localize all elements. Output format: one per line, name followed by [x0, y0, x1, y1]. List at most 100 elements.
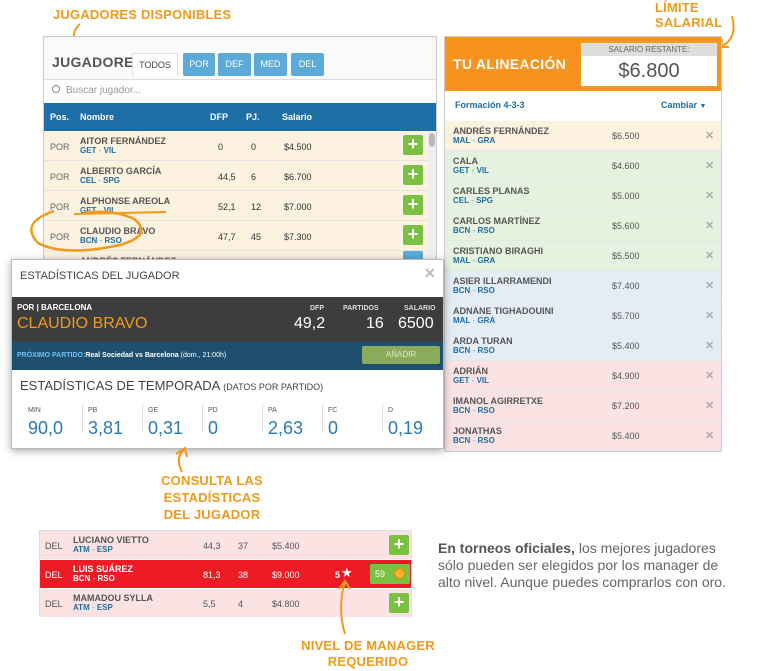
player-club: BARCELONA [41, 303, 93, 312]
table-row[interactable]: DEL MAMADOU SYLLA ATM - ESP 5,5 4 $4.800 + [40, 589, 411, 617]
player-match: BCN - RSO [453, 346, 495, 355]
dfp-value: 49,2 [294, 315, 326, 332]
stat-label: FC [328, 407, 338, 414]
callout-consulta-line1: CONSULTA LAS ESTADÍSTICAS [161, 473, 263, 505]
search-input[interactable]: Buscar jugador... [44, 79, 436, 103]
scrollbar[interactable] [428, 131, 436, 267]
add-player-button[interactable]: + [389, 593, 409, 613]
player-dfp: 52,1 [218, 202, 236, 212]
col-nombre: Nombre [80, 112, 115, 122]
stat-value: 0 [208, 418, 219, 438]
lineup-row[interactable]: ADNANE TIGHADOUINI MAL - GRA $5.700 ✕ [445, 301, 721, 331]
team-away: GRA [477, 316, 496, 325]
table-row[interactable]: DEL LUCIANO VIETTO ATM - ESP 44,3 37 $5.400 + [40, 531, 411, 559]
player-name: ALBERTO GARCÍA [80, 166, 162, 176]
player-name: ADRIÁN [453, 366, 488, 376]
next-match-text: PRÓXIMO PARTIDO:Real Sociedad vs Barcelo… [17, 352, 226, 359]
add-player-button[interactable]: + [403, 165, 423, 185]
player-pj: 45 [251, 232, 262, 242]
lineup-row[interactable]: JONATHAS BCN - RSO $5.400 ✕ [445, 421, 721, 451]
buy-with-gold-button[interactable]: 59 [370, 564, 410, 584]
partidos-value: 16 [366, 315, 384, 332]
player-dfp: 5,5 [203, 599, 216, 609]
tab-del[interactable]: DEL [291, 53, 324, 76]
lineup-row[interactable]: ARDA TURAN BCN - RSO $5.400 ✕ [445, 331, 721, 361]
team-home: CEL [453, 196, 469, 205]
stat-label: PB [88, 407, 98, 414]
player-match: MAL - GRA [453, 136, 495, 145]
table-row[interactable]: DEL LUIS SUÁREZ BCN - RSO 81,3 38 $9.000 5 ★ 59 [40, 560, 411, 588]
info-bold: En torneos oficiales, [438, 540, 575, 556]
close-icon[interactable]: ✕ [424, 265, 436, 282]
player-name: CLAUDIO BRAVO [17, 315, 148, 332]
remove-icon[interactable]: ✕ [705, 429, 714, 442]
player-stats-popup: ESTADÍSTICAS DEL JUGADOR ✕ POR | BARCELO… [11, 259, 444, 449]
add-player-button[interactable]: + [389, 535, 409, 555]
player-match: BCN - RSO [453, 286, 495, 295]
stat-divider [382, 405, 383, 433]
team-away: SPG [103, 176, 121, 185]
remove-icon[interactable]: ✕ [705, 399, 714, 412]
player-salary: $5.400 [272, 541, 300, 551]
table-row[interactable]: POR AITOR FERNÁNDEZ GET - VIL 0 0 $4.500 + [44, 131, 428, 161]
player-salary: $4.900 [612, 371, 640, 381]
player-pos: POR [17, 303, 35, 312]
tab-por[interactable]: POR [183, 53, 215, 76]
player-pos: DEL [45, 570, 63, 580]
next-match-label: PRÓXIMO PARTIDO: [17, 352, 86, 359]
lineup-row[interactable]: CARLES PLANAS CEL - SPG $5.000 ✕ [445, 181, 721, 211]
team-home: ATM [73, 603, 90, 612]
lineup-row[interactable]: IMANOL AGIRRETXE BCN - RSO $7.200 ✕ [445, 391, 721, 421]
lineup-row[interactable]: CRISTIANO BIRAGHI MAL - GRA $5.500 ✕ [445, 241, 721, 271]
lineup-row[interactable]: ANDRÉS FERNÁNDEZ MAL - GRA $6.500 ✕ [445, 121, 721, 151]
player-match: MAL - GRA [453, 316, 495, 325]
player-name: JONATHAS [453, 426, 502, 436]
callout-jugadores-disponibles: JUGADORES DISPONIBLES [53, 7, 232, 22]
remove-icon[interactable]: ✕ [705, 309, 714, 322]
player-salary: $9.000 [272, 570, 300, 580]
remove-icon[interactable]: ✕ [705, 279, 714, 292]
table-row[interactable]: POR ALBERTO GARCÍA CEL - SPG 44,5 6 $6.700 + [44, 161, 428, 191]
stat-value: 0,19 [388, 418, 424, 438]
remove-icon[interactable]: ✕ [705, 129, 714, 142]
remove-icon[interactable]: ✕ [705, 249, 714, 262]
player-salary: $5.600 [612, 221, 640, 231]
remove-icon[interactable]: ✕ [705, 189, 714, 202]
search-icon [52, 85, 60, 93]
player-match: BCN - RSO [73, 574, 115, 583]
player-name: ASIER ILLARRAMENDI [453, 276, 552, 286]
team-away: SPG [476, 196, 494, 205]
remove-icon[interactable]: ✕ [705, 369, 714, 382]
tab-med[interactable]: MED [254, 53, 287, 76]
change-label: Cambiar [661, 100, 698, 110]
remove-icon[interactable]: ✕ [705, 339, 714, 352]
match-separator: - [89, 545, 97, 554]
match-separator: - [469, 376, 477, 385]
lineup-row[interactable]: CALA GET - VIL $4.600 ✕ [445, 151, 721, 181]
tab-def[interactable]: DEF [218, 53, 251, 76]
add-player-button[interactable]: + [403, 135, 423, 155]
callout-limite-salarial: LÍMITE SALARIAL [655, 0, 723, 30]
team-away: VIL [476, 376, 490, 385]
team-away: GRA [477, 136, 496, 145]
remove-icon[interactable]: ✕ [705, 219, 714, 232]
team-home: BCN [453, 286, 471, 295]
info-paragraph: En torneos oficiales, los mejores jugado… [438, 540, 730, 591]
player-pj: 38 [238, 570, 249, 580]
lineup-row[interactable]: ASIER ILLARRAMENDI BCN - RSO $7.400 ✕ [445, 271, 721, 301]
team-home: ATM [73, 545, 90, 554]
player-pos: DEL [45, 541, 63, 551]
team-away: RSO [477, 406, 495, 415]
lineup-row[interactable]: CARLOS MARTÍNEZ BCN - RSO $5.600 ✕ [445, 211, 721, 241]
team-away: ESP [96, 545, 113, 554]
add-player-button[interactable]: AÑADIR [362, 346, 440, 364]
lineup-row[interactable]: ADRIÁN GET - VIL $4.900 ✕ [445, 361, 721, 391]
add-player-button[interactable]: + [403, 225, 423, 245]
player-match: GET - VIL [453, 376, 489, 385]
team-away: RSO [477, 286, 495, 295]
add-player-button[interactable]: + [403, 195, 423, 215]
change-formation-link[interactable]: Cambiar ▼ [661, 100, 706, 110]
player-summary-bar: POR | BARCELONA CLAUDIO BRAVO DFP 49,2 P… [12, 297, 443, 342]
tab-todos[interactable]: TODOS [132, 53, 178, 76]
remove-icon[interactable]: ✕ [705, 159, 714, 172]
